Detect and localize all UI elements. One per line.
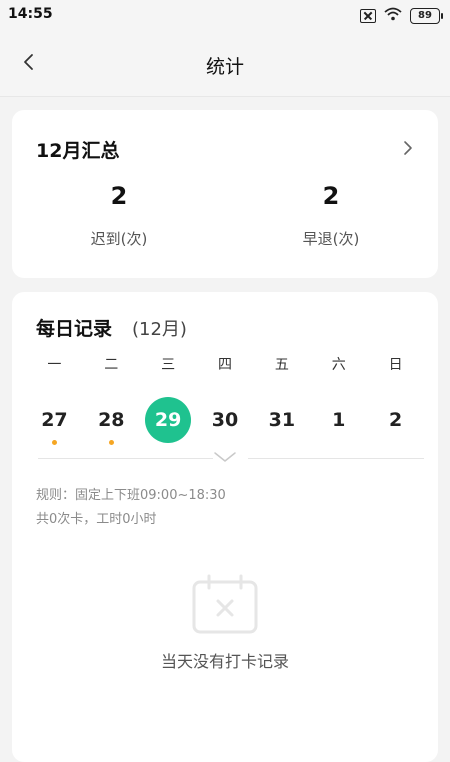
late-label: 迟到(次) — [90, 230, 148, 248]
date-cell[interactable]: 1 — [310, 398, 367, 442]
early-count: 2 — [322, 182, 340, 210]
weekday-label: 一 — [47, 357, 62, 373]
empty-calendar-icon — [191, 574, 259, 634]
date-number: 1 — [332, 409, 346, 431]
weekday-label: 六 — [331, 357, 346, 373]
status-bar: 14:55 89 — [0, 0, 450, 30]
date-cell[interactable]: 30 — [197, 398, 254, 442]
date-number: 27 — [41, 409, 68, 431]
early-stat: 2 早退(次) — [231, 182, 431, 249]
weekday-label: 三 — [161, 357, 176, 373]
divider — [248, 458, 424, 459]
weekday-label: 四 — [218, 357, 232, 373]
divider — [38, 458, 213, 459]
weekday-header: 一 二 三 四 五 六 日 — [26, 354, 424, 374]
date-cell[interactable]: 27 — [26, 398, 83, 445]
summary-title: 12月汇总 — [36, 140, 120, 162]
daily-month: (12月) — [132, 319, 187, 340]
daily-title: 每日记录 — [36, 318, 113, 340]
rule-text: 规则：固定上下班09:00~18:30 — [36, 488, 226, 503]
weekday-label: 二 — [104, 357, 119, 373]
date-cell[interactable]: 28 — [83, 398, 140, 445]
date-number: 28 — [98, 409, 125, 431]
expand-calendar-button[interactable] — [213, 450, 237, 464]
status-time: 14:55 — [8, 6, 53, 22]
page-title: 统计 — [205, 56, 244, 78]
date-cell[interactable]: 2 — [367, 398, 424, 442]
date-cell[interactable]: 31 — [253, 398, 310, 442]
date-number: 30 — [211, 409, 239, 431]
date-number: 2 — [388, 409, 403, 431]
summary-card: 12月汇总 2 迟到(次) 2 早退(次) — [12, 110, 438, 278]
header: 统计 — [0, 30, 450, 97]
date-number: 31 — [268, 409, 296, 431]
chevron-right-icon — [404, 141, 412, 155]
date-number: 29 — [154, 409, 182, 431]
record-dot — [52, 440, 57, 445]
empty-state-text: 当天没有打卡记录 — [160, 652, 289, 671]
early-label: 早退(次) — [302, 230, 360, 248]
record-dot — [108, 440, 114, 445]
late-count: 2 — [110, 182, 128, 210]
date-cell-selected[interactable]: 29 — [140, 397, 197, 443]
week-dates: 27 28 29 30 31 1 2 — [26, 397, 424, 445]
chevron-down-icon — [214, 452, 236, 462]
battery-icon: 89 — [410, 7, 443, 24]
weekday-label: 五 — [274, 357, 289, 373]
status-icons: 89 — [360, 6, 443, 25]
daily-record-card: 每日记录 (12月) 一 二 三 四 五 六 日 27 28 29 30 31 … — [12, 292, 438, 762]
no-sim-icon — [360, 8, 376, 23]
wifi-icon — [384, 6, 402, 25]
weekday-label: 日 — [388, 357, 403, 373]
clock-count-text: 共0次卡，工时0小时 — [36, 512, 157, 527]
summary-detail-button[interactable] — [396, 136, 420, 160]
late-stat: 2 迟到(次) — [19, 182, 219, 249]
